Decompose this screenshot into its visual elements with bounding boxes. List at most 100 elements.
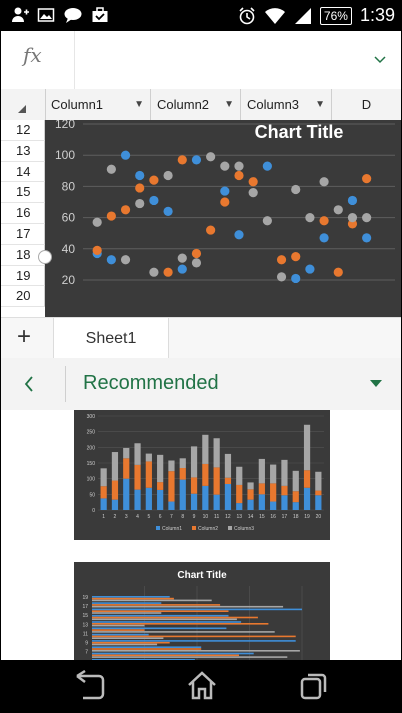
y-tick-label: 80 [62,179,76,193]
caret-down-icon[interactable] [369,379,383,389]
bar-segment [292,491,299,503]
recent-apps-icon[interactable] [298,670,330,702]
formula-input[interactable] [75,31,365,89]
row-header[interactable]: 12 [1,120,45,141]
filter-dropdown-icon[interactable]: ▼ [224,89,234,120]
horizontal-bar-chart-thumbnail[interactable]: Chart Title 19 17 15 13 11 9 7 [74,562,330,660]
data-point [234,170,244,181]
data-point [291,252,301,262]
bar-segment [123,447,130,459]
bar-segment [111,499,119,510]
chart-gallery[interactable]: 0 50 100 150 200 250 300 1 2 3 4 5 6 7 8 9 10 11 12 13 14 15 1… [1,410,401,660]
data-point [319,216,329,226]
home-icon[interactable] [186,670,218,702]
bar-segment [190,477,198,494]
sheet-tab-bar: + Sheet1 [1,317,401,360]
filter-dropdown-icon[interactable]: ▼ [315,89,325,120]
y-tick-label: 250 [87,430,96,436]
bar-segment [258,483,265,495]
tab-sheet1[interactable]: Sheet1 [53,318,169,359]
bar [92,641,170,644]
x-tick-label: 8 [181,514,184,520]
row-header[interactable]: 17 [1,223,45,245]
add-sheet-button[interactable]: + [17,324,31,350]
bar-segment [190,493,198,510]
back-chevron-icon[interactable] [19,372,39,396]
status-bar: 76% 1:39 [1,1,401,31]
bar-segment [270,483,277,502]
data-point [177,253,187,263]
data-point [362,174,372,184]
bar [92,605,284,608]
bar [92,621,242,623]
scatter-chart[interactable]: Chart Title 20 40 60 80 100 120 [45,117,401,317]
bar-segment [247,489,254,500]
data-point [149,267,159,277]
data-point [163,267,173,277]
horizontal-bar-chart-svg: Chart Title 19 17 15 13 11 9 7 [82,570,303,660]
bar-segment [100,468,107,487]
filter-dropdown-icon[interactable]: ▼ [134,89,144,120]
chart-title: Chart Title [177,570,227,581]
x-tick-label: 5 [147,514,150,520]
column-header-4[interactable]: D [332,89,401,120]
x-tick-label: 13 [236,514,242,520]
bar [92,604,221,606]
bar [92,616,258,619]
chart-resize-handle[interactable] [38,250,52,264]
row-header[interactable]: 13 [1,140,45,162]
back-icon[interactable] [73,670,107,702]
bar [92,656,288,658]
y-tick-label: 19 [82,595,88,601]
data-point [234,161,244,171]
bar-segment [134,443,141,465]
row-header[interactable]: 20 [1,286,45,308]
column-header-1[interactable]: Column1 ▼ [45,89,151,120]
bar [92,624,145,627]
bar-segment [315,471,322,491]
stacked-column-chart-thumbnail[interactable]: 0 50 100 150 200 250 300 1 2 3 4 5 6 7 8 9 10 11 12 13 14 15 1… [74,410,330,540]
y-tick-label: 50 [89,492,95,498]
bar [92,627,227,630]
bar [92,643,158,646]
bar [92,612,162,614]
bar-segment [213,438,220,468]
scatter-chart-svg: Chart Title 20 40 60 80 100 120 [55,117,395,287]
x-tick-label: 1 [102,514,105,520]
data-point [276,272,287,282]
row-header[interactable]: 15 [1,182,45,204]
bar [92,650,300,652]
row-header[interactable]: 19 [1,265,45,287]
data-point [291,273,301,284]
row-header[interactable]: 16 [1,203,45,224]
chart-title: Chart Title [255,122,344,142]
recommended-label[interactable]: Recommended [83,372,219,395]
bar [92,637,164,639]
select-all-corner[interactable] [1,89,46,120]
bar-segment [258,458,265,484]
column-header-3[interactable]: Column3 ▼ [241,89,332,120]
bar-segment [224,483,232,510]
y-tick-label: 40 [62,242,76,256]
data-point [262,216,272,226]
column-header-2[interactable]: Column2 ▼ [151,89,241,120]
bar-segment [236,466,243,485]
bar [92,648,202,650]
row-header[interactable]: 14 [1,161,45,183]
bar-segment [213,467,220,495]
fx-label[interactable]: fx [23,43,42,67]
bar-segment [168,460,175,472]
bar-segment [236,484,243,504]
data-point [135,183,145,193]
data-point [177,264,187,274]
bar [92,596,170,598]
y-tick-label: 17 [82,604,88,610]
bar-segment [134,464,141,490]
spreadsheet-grid[interactable]: Column1 ▼ Column2 ▼ Column3 ▼ D 12 13 14… [1,89,401,317]
battery-indicator: 76% [319,6,352,25]
data-point [291,184,301,195]
data-point [262,161,272,171]
chevron-down-icon[interactable] [373,55,387,65]
legend-swatch [156,526,160,530]
data-point [206,152,216,162]
